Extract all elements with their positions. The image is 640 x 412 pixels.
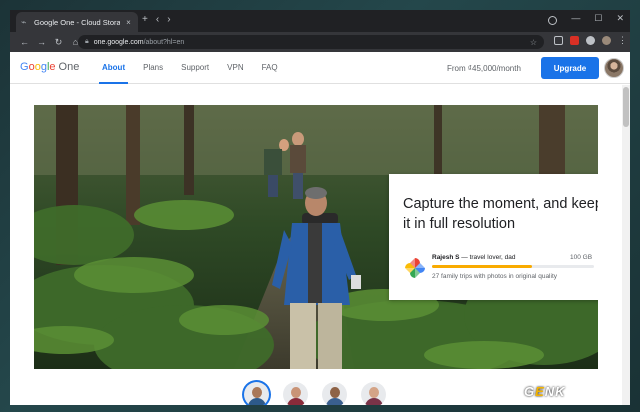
genk-watermark-logo: GENK [524, 384, 566, 399]
avatar-woman-2[interactable] [361, 382, 386, 405]
nav-support[interactable]: Support [175, 52, 215, 84]
maximize-icon[interactable]: ☐ [594, 13, 602, 24]
browser-toolbar: ← → ↻ ⌂ 🔒︎ one.google.com/about?hl=en ☆ … [10, 32, 630, 52]
storage-progress-bar [432, 265, 594, 268]
forward-icon[interactable]: → [33, 37, 50, 47]
card-headline: Capture the moment, and keep it in full … [403, 196, 598, 232]
extension-screenshot-icon[interactable] [554, 36, 563, 45]
tab-scroll-right-icon[interactable]: › [167, 14, 170, 25]
testimonial-card: Capture the moment, and keep it in full … [389, 174, 598, 300]
bookmark-star-icon[interactable]: ☆ [530, 38, 537, 47]
avatar-woman-1[interactable] [283, 382, 308, 405]
google-one-favicon: ⌁ [21, 16, 27, 27]
extensions-puzzle-icon[interactable] [586, 36, 595, 45]
profile-avatar-icon[interactable] [602, 36, 611, 45]
storage-amount: 100 GB [570, 254, 593, 261]
account-avatar[interactable] [604, 58, 624, 78]
testimonial-carousel [244, 382, 386, 405]
browser-tab[interactable]: ⌁ Google One - Cloud Storage, Ac × [16, 12, 138, 32]
url-text: one.google.com/about?hl=en [93, 38, 185, 46]
browser-menu-icon[interactable]: ⋮ [618, 36, 627, 45]
scrollbar-thumb[interactable] [623, 87, 629, 127]
window-close-icon[interactable]: ✕ [616, 13, 624, 24]
minimize-icon[interactable]: — [571, 13, 580, 24]
card-caption: 27 family trips with photos in original … [432, 273, 558, 280]
nav-vpn[interactable]: VPN [221, 52, 249, 84]
google-one-logo[interactable]: Google One [20, 61, 79, 73]
address-bar[interactable]: 🔒︎ one.google.com/about?hl=en ☆ [78, 35, 544, 49]
page-scrollbar[interactable] [622, 85, 630, 405]
avatar-body [365, 398, 383, 405]
tab-scroll-left-icon[interactable]: ‹ [156, 14, 159, 25]
storage-progress-fill [432, 265, 533, 268]
avatar-man-selected[interactable] [244, 382, 269, 405]
avatar-face [330, 387, 340, 398]
upgrade-button[interactable]: Upgrade [541, 57, 599, 79]
browser-window: ⌁ Google One - Cloud Storage, Ac × + ‹ ›… [10, 10, 630, 405]
lock-icon: 🔒︎ [85, 38, 89, 45]
google-photos-icon [405, 258, 425, 278]
avatar-body [287, 398, 305, 405]
close-tab-icon[interactable]: × [124, 18, 133, 27]
avatar-face [291, 387, 301, 398]
hero-photo: Capture the moment, and keep it in full … [34, 105, 598, 369]
nav-faq[interactable]: FAQ [256, 52, 284, 84]
back-icon[interactable]: ← [16, 37, 33, 47]
avatar-body [326, 398, 344, 405]
avatar-man-2[interactable] [322, 382, 347, 405]
new-tab-button[interactable]: + [142, 14, 148, 25]
tab-title: Google One - Cloud Storage, Ac [34, 17, 120, 27]
web-page: Google One About Plans Support VPN FAQ Fr… [10, 52, 630, 405]
nav-plans[interactable]: Plans [137, 52, 169, 84]
site-header: Google One About Plans Support VPN FAQ Fr… [10, 52, 630, 84]
nav-about[interactable]: About [96, 52, 131, 84]
extension-red-icon[interactable] [570, 36, 579, 45]
price-text: From ₫45,000/month [447, 64, 521, 73]
reload-icon[interactable]: ↻ [50, 37, 67, 48]
avatar-face [252, 387, 262, 398]
profile-icon[interactable] [548, 16, 557, 25]
primary-nav: About Plans Support VPN FAQ [96, 52, 290, 84]
avatar-body [248, 398, 266, 405]
tab-strip: ⌁ Google One - Cloud Storage, Ac × + ‹ ›… [10, 10, 630, 32]
avatar-face [369, 387, 379, 398]
person-line: Rajesh S — travel lover, dad [432, 254, 516, 261]
